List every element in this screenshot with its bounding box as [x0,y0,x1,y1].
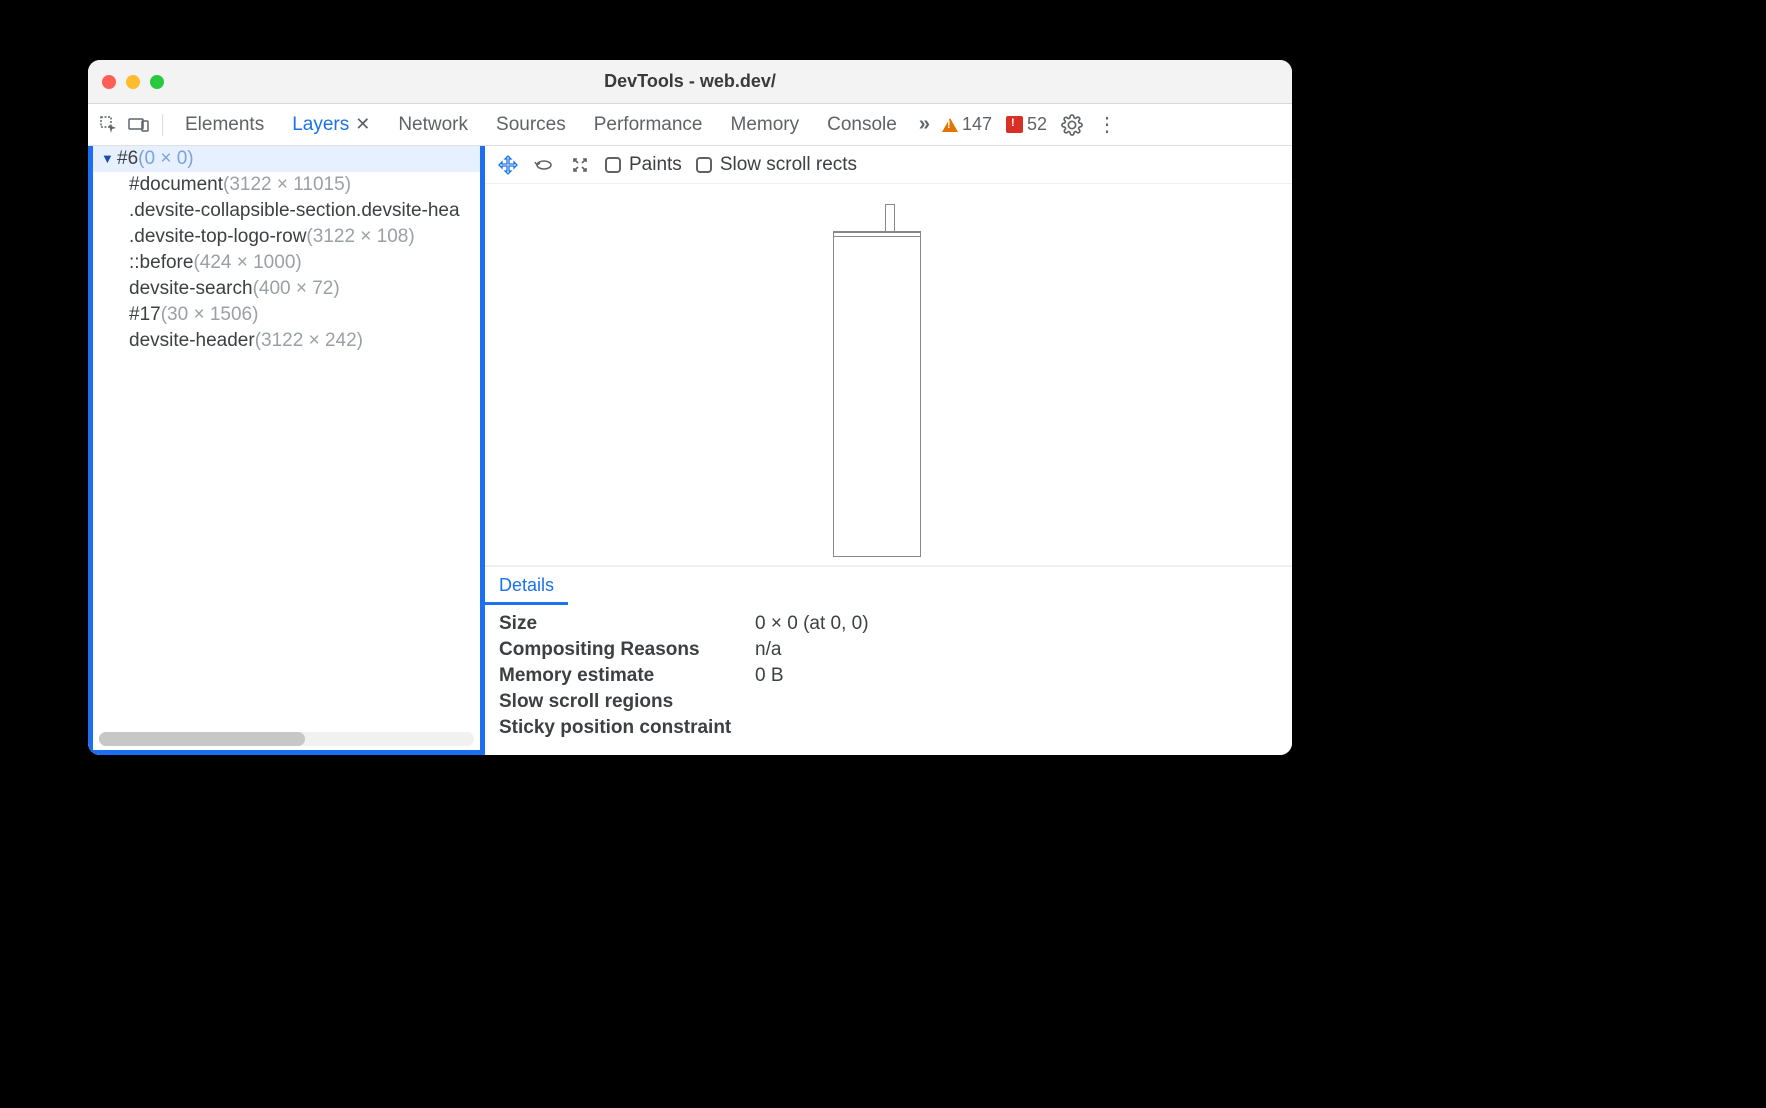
paints-checkbox[interactable]: Paints [605,154,682,176]
divider [162,114,163,136]
paints-label: Paints [629,154,682,176]
tab-console[interactable]: Console [817,114,907,136]
scrollbar-thumb[interactable] [99,732,305,746]
tree-item-name: #document [129,172,223,198]
more-menu-icon[interactable]: ⋮ [1091,112,1123,137]
layer-rect[interactable] [833,231,921,557]
tree-row[interactable]: devsite-search (400 × 72) [93,276,480,302]
tree-item-name: .devsite-top-logo-row [129,224,306,250]
details-value: n/a [755,639,781,661]
error-icon [1006,116,1023,133]
close-window-button[interactable] [102,75,116,89]
tree-item-name: devsite-search [129,276,253,302]
details-row: Sticky position constraint [499,715,1278,741]
warning-icon [942,118,958,132]
details-row: Memory estimate 0 B [499,663,1278,689]
warnings-count: 147 [962,114,992,135]
layers-viewer-panel: Paints Slow scroll rects Details Size 0 … [485,146,1292,755]
errors-badge[interactable]: 52 [1006,114,1047,135]
tree-item-dims: (3122 × 108) [306,224,414,250]
more-tabs-button[interactable]: » [915,113,934,136]
inspect-element-icon[interactable] [98,114,120,136]
slow-scroll-checkbox[interactable]: Slow scroll rects [696,154,857,176]
layers-tree[interactable]: ▼ #6 (0 × 0) #document (3122 × 11015) .d… [93,146,480,732]
errors-count: 52 [1027,114,1047,135]
checkbox-icon [696,157,712,173]
details-label: Slow scroll regions [499,691,755,713]
reset-view-icon[interactable] [569,154,591,176]
layer-rect[interactable] [833,231,921,237]
tree-row[interactable]: devsite-header (3122 × 242) [93,328,480,354]
close-tab-icon[interactable]: ✕ [355,114,370,135]
tree-item-dims: (3122 × 242) [255,328,363,354]
tab-performance[interactable]: Performance [584,114,713,136]
tree-item-name: devsite-header [129,328,255,354]
tree-item-dims: (400 × 72) [253,276,340,302]
titlebar: DevTools - web.dev/ [88,60,1292,104]
details-label: Compositing Reasons [499,639,755,661]
details-row: Size 0 × 0 (at 0, 0) [499,611,1278,637]
tree-row[interactable]: ::before (424 × 1000) [93,250,480,276]
details-label: Sticky position constraint [499,717,755,739]
tree-row[interactable]: #document (3122 × 11015) [93,172,480,198]
tab-elements[interactable]: Elements [175,114,274,136]
tree-item-dims: (424 × 1000) [193,250,301,276]
details-grid: Size 0 × 0 (at 0, 0) Compositing Reasons… [485,605,1292,755]
layers-3d-viewer[interactable] [485,184,1292,566]
details-panel: Details Size 0 × 0 (at 0, 0) Compositing… [485,566,1292,755]
tree-root-row[interactable]: ▼ #6 (0 × 0) [93,146,480,172]
tab-network[interactable]: Network [388,114,478,136]
tree-row[interactable]: #17 (30 × 1506) [93,302,480,328]
tree-item-name: ::before [129,250,193,276]
tree-item-dims: (0 × 0) [138,146,193,172]
devtools-toolbar: Elements Layers ✕ Network Sources Perfor… [88,104,1292,146]
horizontal-scrollbar[interactable] [99,732,474,746]
details-row: Compositing Reasons n/a [499,637,1278,663]
tab-layers-label: Layers [292,114,349,136]
layers-tree-panel: ▼ #6 (0 × 0) #document (3122 × 11015) .d… [88,146,485,755]
warnings-badge[interactable]: 147 [942,114,992,135]
disclosure-triangle-icon[interactable]: ▼ [101,146,115,172]
details-label: Size [499,613,755,635]
slow-scroll-label: Slow scroll rects [720,154,857,176]
tree-row[interactable]: .devsite-collapsible-section.devsite-hea [93,198,480,224]
settings-icon[interactable] [1061,114,1083,136]
details-tab[interactable]: Details [485,567,568,605]
checkbox-icon [605,157,621,173]
details-label: Memory estimate [499,665,755,687]
details-row: Slow scroll regions [499,689,1278,715]
viewer-toolbar: Paints Slow scroll rects [485,146,1292,184]
zoom-window-button[interactable] [150,75,164,89]
tree-item-name: #17 [129,302,161,328]
pan-icon[interactable] [497,154,519,176]
tree-item-dims: (30 × 1506) [161,302,259,328]
main-area: ▼ #6 (0 × 0) #document (3122 × 11015) .d… [88,146,1292,755]
traffic-lights [102,75,164,89]
devtools-window: DevTools - web.dev/ Elements Layers ✕ Ne… [88,60,1292,755]
tree-item-dims: (3122 × 11015) [223,172,351,198]
tab-layers[interactable]: Layers ✕ [282,114,380,136]
tab-memory[interactable]: Memory [721,114,810,136]
tree-item-name: .devsite-collapsible-section.devsite-hea [129,198,460,224]
rotate-icon[interactable] [533,154,555,176]
minimize-window-button[interactable] [126,75,140,89]
tab-sources[interactable]: Sources [486,114,576,136]
details-value: 0 B [755,665,784,687]
device-toolbar-icon[interactable] [128,114,150,136]
layer-rect[interactable] [885,204,895,232]
details-value: 0 × 0 (at 0, 0) [755,613,869,635]
tree-item-name: #6 [117,146,138,172]
tree-row[interactable]: .devsite-top-logo-row (3122 × 108) [93,224,480,250]
window-title: DevTools - web.dev/ [88,71,1292,92]
